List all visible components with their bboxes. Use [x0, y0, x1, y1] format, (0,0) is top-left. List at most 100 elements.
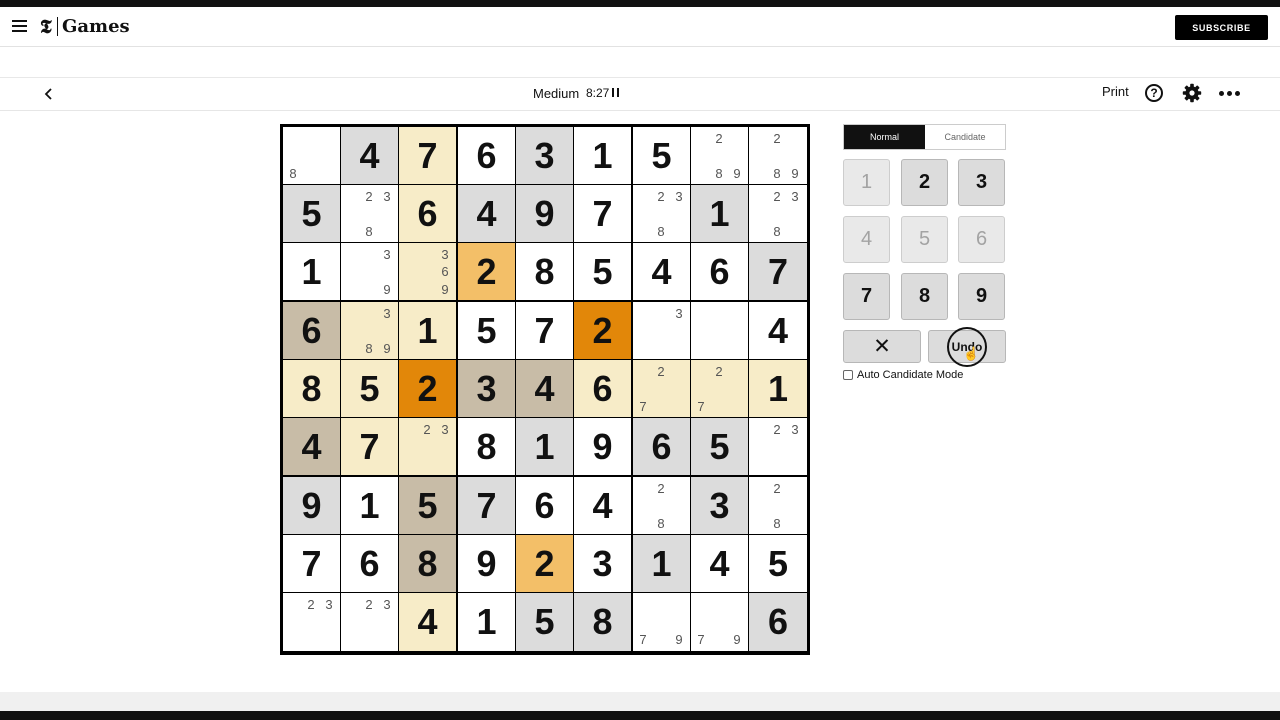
- board-cell[interactable]: 5: [341, 360, 398, 417]
- board-cell[interactable]: 5: [574, 243, 631, 300]
- board-cell[interactable]: 4: [458, 185, 515, 242]
- board-cell[interactable]: 9: [574, 418, 631, 475]
- board-cell[interactable]: 1: [691, 185, 748, 242]
- board-cell[interactable]: 23 8: [341, 185, 398, 242]
- subscribe-button[interactable]: SUBSCRIBE: [1175, 15, 1268, 40]
- board-cell[interactable]: 6: [749, 593, 807, 651]
- board-cell[interactable]: 1: [399, 302, 456, 359]
- board-cell[interactable]: 6: [574, 360, 631, 417]
- board-cell[interactable]: 4: [283, 418, 340, 475]
- board-cell[interactable]: 5: [283, 185, 340, 242]
- board-cell[interactable]: 5: [458, 302, 515, 359]
- board-cell[interactable]: 5: [399, 477, 456, 534]
- board-cell[interactable]: 5: [691, 418, 748, 475]
- board-cell[interactable]: 1: [633, 535, 690, 592]
- number-key[interactable]: 6: [958, 216, 1005, 263]
- board-cell[interactable]: 4: [633, 243, 690, 300]
- pause-icon[interactable]: [612, 88, 619, 97]
- board-cell[interactable]: 4: [399, 593, 456, 651]
- board-cell[interactable]: 1: [341, 477, 398, 534]
- print-link[interactable]: Print: [1102, 84, 1129, 99]
- number-key[interactable]: 1: [843, 159, 890, 206]
- board-cell[interactable]: 9: [458, 535, 515, 592]
- board-cell[interactable]: 6: [691, 243, 748, 300]
- board-cell[interactable]: 4: [691, 535, 748, 592]
- board-cell[interactable]: 5: [749, 535, 807, 592]
- board-cell[interactable]: 8: [458, 418, 515, 475]
- number-key[interactable]: 4: [843, 216, 890, 263]
- board-cell[interactable]: 2: [516, 535, 573, 592]
- nyt-logo[interactable]: 𝕿: [40, 16, 52, 38]
- board-cell[interactable]: 23: [749, 418, 807, 475]
- board-cell[interactable]: 7: [516, 302, 573, 359]
- number-key[interactable]: 3: [958, 159, 1005, 206]
- board-cell[interactable]: 3 6 9: [399, 243, 456, 300]
- more-horizontal-icon[interactable]: [1219, 91, 1241, 97]
- auto-candidate-checkbox[interactable]: [843, 370, 853, 380]
- board-cell[interactable]: 8: [399, 535, 456, 592]
- auto-candidate-toggle[interactable]: Auto Candidate Mode: [843, 369, 963, 381]
- board-cell[interactable]: 6: [399, 185, 456, 242]
- number-key[interactable]: 2: [901, 159, 948, 206]
- board-cell[interactable]: 23: [399, 418, 456, 475]
- candidate-mode-button[interactable]: Candidate: [925, 125, 1005, 149]
- board-cell[interactable]: 4: [341, 127, 398, 184]
- board-cell[interactable]: 28: [749, 477, 807, 534]
- board-cell[interactable]: 27: [691, 360, 748, 417]
- erase-button[interactable]: ✕: [843, 330, 921, 363]
- board-cell[interactable]: 23 8: [633, 185, 690, 242]
- board-cell[interactable]: 4: [574, 477, 631, 534]
- board-cell[interactable]: 9: [283, 477, 340, 534]
- gear-icon[interactable]: [1182, 83, 1202, 103]
- board-cell[interactable]: 39: [341, 243, 398, 300]
- board-cell[interactable]: 7: [458, 477, 515, 534]
- board-cell[interactable]: 7: [574, 185, 631, 242]
- board-cell[interactable]: 1: [458, 593, 515, 651]
- board-cell[interactable]: 2 89: [749, 127, 807, 184]
- board-cell[interactable]: 1: [749, 360, 807, 417]
- chevron-left-icon[interactable]: [41, 86, 57, 102]
- board-cell[interactable]: 5: [516, 593, 573, 651]
- board-cell[interactable]: 2: [574, 302, 631, 359]
- board-cell[interactable]: 7: [399, 127, 456, 184]
- number-key[interactable]: 7: [843, 273, 890, 320]
- board-cell[interactable]: 79: [691, 593, 748, 651]
- board-cell[interactable]: 23 8: [749, 185, 807, 242]
- board-cell[interactable]: 2: [458, 243, 515, 300]
- board-cell[interactable]: 6: [458, 127, 515, 184]
- board-cell[interactable]: 4: [749, 302, 807, 359]
- board-cell[interactable]: 1: [516, 418, 573, 475]
- board-cell[interactable]: 6: [633, 418, 690, 475]
- board-cell[interactable]: 1: [574, 127, 631, 184]
- board-cell[interactable]: 2 89: [691, 127, 748, 184]
- board-cell[interactable]: 1: [283, 243, 340, 300]
- board-cell[interactable]: 6: [341, 535, 398, 592]
- board-cell[interactable]: 3: [574, 535, 631, 592]
- help-circle-icon[interactable]: ?: [1145, 84, 1163, 102]
- board-cell[interactable]: 3: [633, 302, 690, 359]
- number-key[interactable]: 8: [901, 273, 948, 320]
- board-cell[interactable]: 3 89: [341, 302, 398, 359]
- board-cell[interactable]: 8: [516, 243, 573, 300]
- board-cell[interactable]: 3: [458, 360, 515, 417]
- number-key[interactable]: 9: [958, 273, 1005, 320]
- board-cell[interactable]: 27: [633, 360, 690, 417]
- board-cell[interactable]: 4: [516, 360, 573, 417]
- number-key[interactable]: 5: [901, 216, 948, 263]
- board-cell[interactable]: 2: [399, 360, 456, 417]
- games-brand-link[interactable]: Games: [62, 16, 130, 37]
- board-cell[interactable]: 8: [283, 360, 340, 417]
- board-cell[interactable]: 6: [516, 477, 573, 534]
- board-cell[interactable]: 5: [633, 127, 690, 184]
- board-cell[interactable]: 9: [516, 185, 573, 242]
- board-cell[interactable]: 8: [574, 593, 631, 651]
- board-cell[interactable]: 6: [283, 302, 340, 359]
- board-cell[interactable]: 7: [341, 418, 398, 475]
- board-cell[interactable]: 79: [633, 593, 690, 651]
- board-cell[interactable]: 8: [283, 127, 340, 184]
- board-cell[interactable]: 3: [516, 127, 573, 184]
- board-cell[interactable]: 23: [283, 593, 340, 651]
- board-cell[interactable]: 7: [283, 535, 340, 592]
- board-cell[interactable]: 28: [633, 477, 690, 534]
- board-cell[interactable]: 23: [341, 593, 398, 651]
